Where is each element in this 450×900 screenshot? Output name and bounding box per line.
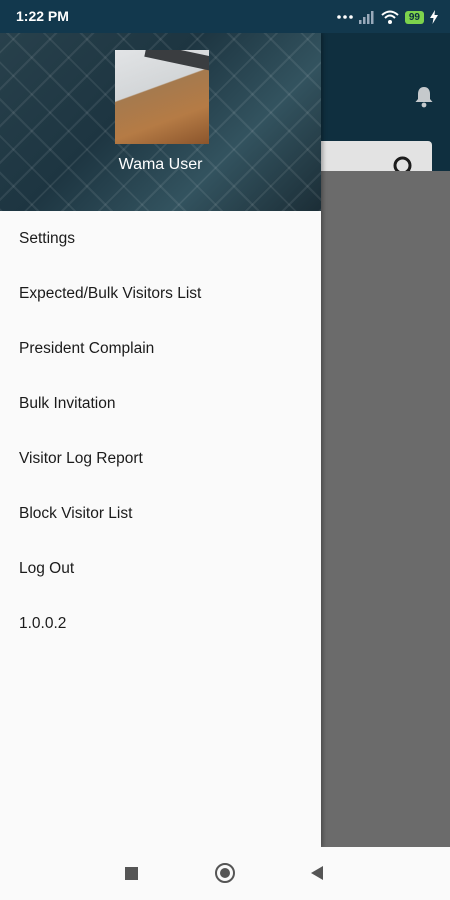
wifi-icon	[381, 10, 399, 24]
avatar[interactable]	[115, 50, 209, 144]
app-version: 1.0.0.2	[19, 615, 67, 632]
recents-button[interactable]	[125, 867, 138, 880]
signal-icon	[358, 11, 374, 24]
menu-item-log-out[interactable]: Log Out	[0, 541, 321, 596]
menu-item-settings[interactable]: Settings	[0, 211, 321, 266]
drawer-menu: Settings Expected/Bulk Visitors List Pre…	[0, 211, 321, 651]
menu-item-block-visitor-list[interactable]: Block Visitor List	[0, 486, 321, 541]
status-time: 1:22 PM	[16, 8, 69, 24]
menu-item-president-complain[interactable]: President Complain	[0, 321, 321, 376]
status-icons: 99	[337, 7, 438, 27]
menu-item-expected-bulk-visitors-list[interactable]: Expected/Bulk Visitors List	[0, 266, 321, 321]
bell-icon[interactable]	[412, 85, 436, 109]
more-dots-icon	[337, 15, 353, 19]
status-bar: 1:22 PM 99	[0, 0, 450, 33]
menu-item-visitor-log-report[interactable]: Visitor Log Report	[0, 431, 321, 486]
system-nav-bar	[0, 847, 450, 900]
battery-icon: 99	[404, 10, 424, 24]
drawer-header: Wama User	[0, 33, 321, 211]
user-name: Wama User	[118, 156, 203, 173]
back-button[interactable]	[311, 866, 323, 880]
charging-icon	[430, 10, 438, 24]
navigation-drawer: Wama User Settings Expected/Bulk Visitor…	[0, 33, 321, 847]
home-button[interactable]	[215, 863, 235, 883]
menu-item-bulk-invitation[interactable]: Bulk Invitation	[0, 376, 321, 431]
